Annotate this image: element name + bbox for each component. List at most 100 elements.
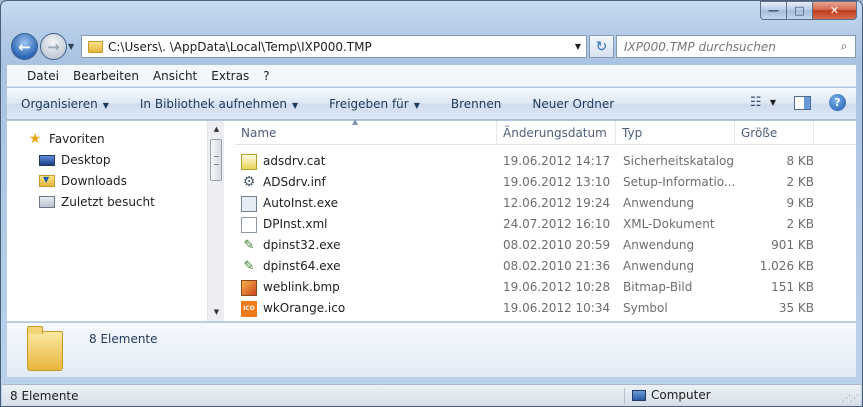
view-options-dropdown-icon[interactable]: ▼ xyxy=(770,98,776,107)
sidebar-item-label: Downloads xyxy=(61,174,127,188)
downloads-folder-icon xyxy=(39,175,55,187)
menu-datei[interactable]: Datei xyxy=(27,69,59,83)
details-pane: 8 Elemente xyxy=(7,322,856,377)
address-bar[interactable]: C:\Users\. \AppData\Local\Temp\IXP000.TM… xyxy=(81,35,587,58)
chevron-down-icon: ▼ xyxy=(102,100,109,110)
command-bar: Organisieren ▼ In Bibliothek aufnehmen ▼ F… xyxy=(7,88,856,120)
navigation-pane: ★ Favoriten Desktop Downloads Zuletzt be… xyxy=(7,121,207,321)
desktop-icon xyxy=(39,154,55,166)
address-dropdown-icon[interactable]: ▼ xyxy=(570,42,586,51)
caption-buttons: — □ ✕ xyxy=(760,1,857,20)
maximize-button[interactable]: □ xyxy=(787,1,813,20)
close-button[interactable]: ✕ xyxy=(813,1,857,20)
file-row[interactable]: weblink.bmp 19.06.2012 10:28 Bitmap-Bild… xyxy=(235,277,820,298)
file-type: XML-Dokument xyxy=(623,217,715,231)
file-name: ADSdrv.inf xyxy=(263,175,326,189)
minimize-button[interactable]: — xyxy=(760,1,787,20)
recent-pages-dropdown[interactable]: ▼ xyxy=(68,42,74,51)
menu-extras[interactable]: Extras xyxy=(211,69,249,83)
menu-bar: Datei Bearbeiten Ansicht Extras ? xyxy=(7,65,856,87)
view-controls: ☷ ▼ ? xyxy=(750,94,846,111)
recent-places-icon xyxy=(39,196,55,208)
file-row[interactable]: AutoInst.exe 12.06.2012 19:24 Anwendung … xyxy=(235,193,820,214)
file-size: 8 KB xyxy=(786,154,814,168)
scrollbar-thumb[interactable] xyxy=(210,139,222,181)
search-input[interactable]: IXP000.TMP durchsuchen xyxy=(617,40,833,54)
xml-file-icon xyxy=(241,216,257,233)
column-size[interactable]: Größe xyxy=(735,121,814,145)
back-arrow-icon: ← xyxy=(18,37,31,56)
file-size: 151 KB xyxy=(771,280,814,294)
file-row[interactable]: DPInst.xml 24.07.2012 16:10 XML-Dokument… xyxy=(235,214,820,235)
close-icon: ✕ xyxy=(829,4,840,17)
file-row[interactable]: ICO wkOrange.ico 19.06.2012 10:34 Symbol … xyxy=(235,298,820,319)
column-date[interactable]: Änderungsdatum xyxy=(497,121,616,145)
item-count: 8 Elemente xyxy=(89,332,158,346)
column-name[interactable]: Name xyxy=(235,121,497,145)
column-header: ▲ Name Änderungsdatum Typ Größe xyxy=(235,117,856,145)
icon-file-icon: ICO xyxy=(241,300,257,317)
scroll-up-icon[interactable]: ▲ xyxy=(208,121,225,138)
organize-button[interactable]: Organisieren ▼ xyxy=(21,97,109,111)
driver-installer-icon: ✎ xyxy=(243,259,255,274)
preview-pane-icon[interactable] xyxy=(794,95,811,110)
folder-icon xyxy=(27,326,63,371)
file-row[interactable]: ✎ dpinst64.exe 08.02.2010 21:36 Anwendung… xyxy=(235,256,820,277)
file-row[interactable]: ⚙ ADSdrv.inf 19.06.2012 13:10 Setup-Infor… xyxy=(235,172,820,193)
menu-ansicht[interactable]: Ansicht xyxy=(153,69,197,83)
search-box[interactable]: IXP000.TMP durchsuchen ⌕ xyxy=(616,35,856,58)
application-file-icon xyxy=(241,195,257,212)
file-row[interactable]: ✎ dpinst32.exe 08.02.2010 20:59 Anwendung… xyxy=(235,235,820,256)
file-date: 24.07.2012 16:10 xyxy=(503,217,611,231)
file-size: 1.026 KB xyxy=(759,259,814,273)
back-button[interactable]: ← xyxy=(11,33,38,60)
file-date: 08.02.2010 20:59 xyxy=(503,238,611,252)
menu-bearbeiten[interactable]: Bearbeiten xyxy=(73,69,139,83)
sidebar-item-desktop[interactable]: Desktop xyxy=(39,153,111,167)
resize-grip-icon[interactable]: ⋰⋰ xyxy=(842,394,859,404)
forward-button[interactable]: → xyxy=(40,33,67,60)
sidebar-item-label: Favoriten xyxy=(49,132,105,146)
add-to-library-button[interactable]: In Bibliothek aufnehmen ▼ xyxy=(140,97,298,111)
file-date: 19.06.2012 14:17 xyxy=(503,154,611,168)
scroll-down-icon[interactable]: ▼ xyxy=(208,304,225,321)
file-size: 2 KB xyxy=(786,217,814,231)
burn-button[interactable]: Brennen xyxy=(451,97,501,111)
navigation-scrollbar[interactable]: ▲ ▼ xyxy=(207,121,224,321)
computer-icon xyxy=(632,389,646,401)
file-type: Bitmap-Bild xyxy=(623,280,693,294)
sidebar-item-recent[interactable]: Zuletzt besucht xyxy=(39,195,155,209)
refresh-button[interactable]: ↻ xyxy=(589,35,614,58)
star-icon: ★ xyxy=(28,131,42,147)
file-list: ▲ Name Änderungsdatum Typ Größe adsdrv.c… xyxy=(225,117,856,321)
file-name: weblink.bmp xyxy=(263,280,340,294)
file-row[interactable]: adsdrv.cat 19.06.2012 14:17 Sicherheitsk… xyxy=(235,151,820,172)
file-size: 35 KB xyxy=(778,301,814,315)
content-area: ★ Favoriten Desktop Downloads Zuletzt be… xyxy=(7,117,856,321)
file-name: dpinst32.exe xyxy=(263,238,341,252)
setup-info-file-icon: ⚙ xyxy=(242,174,256,190)
help-icon[interactable]: ? xyxy=(829,94,846,111)
maximize-icon: □ xyxy=(794,4,805,17)
new-folder-button[interactable]: Neuer Ordner xyxy=(532,97,614,111)
minimize-icon: — xyxy=(768,4,779,17)
file-date: 19.06.2012 10:34 xyxy=(503,301,611,315)
sidebar-item-label: Desktop xyxy=(61,153,111,167)
sidebar-item-downloads[interactable]: Downloads xyxy=(39,174,127,188)
refresh-icon: ↻ xyxy=(595,38,608,55)
status-location: Computer xyxy=(632,388,711,402)
share-button[interactable]: Freigeben für ▼ xyxy=(329,97,420,111)
address-path[interactable]: C:\Users\. \AppData\Local\Temp\IXP000.TM… xyxy=(108,40,570,54)
sidebar-item-favorites[interactable]: ★ Favoriten xyxy=(27,131,105,147)
file-size: 901 KB xyxy=(771,238,814,252)
file-name: adsdrv.cat xyxy=(263,154,326,168)
chevron-down-icon: ▼ xyxy=(291,100,299,110)
file-date: 19.06.2012 10:28 xyxy=(503,280,611,294)
file-name: wkOrange.ico xyxy=(263,301,346,315)
change-view-icon[interactable]: ☷ xyxy=(750,95,770,110)
file-size: 2 KB xyxy=(786,175,814,189)
search-icon[interactable]: ⌕ xyxy=(833,39,855,54)
file-date: 08.02.2010 21:36 xyxy=(503,259,611,273)
column-type[interactable]: Typ xyxy=(616,121,735,145)
menu-help[interactable]: ? xyxy=(263,69,269,83)
